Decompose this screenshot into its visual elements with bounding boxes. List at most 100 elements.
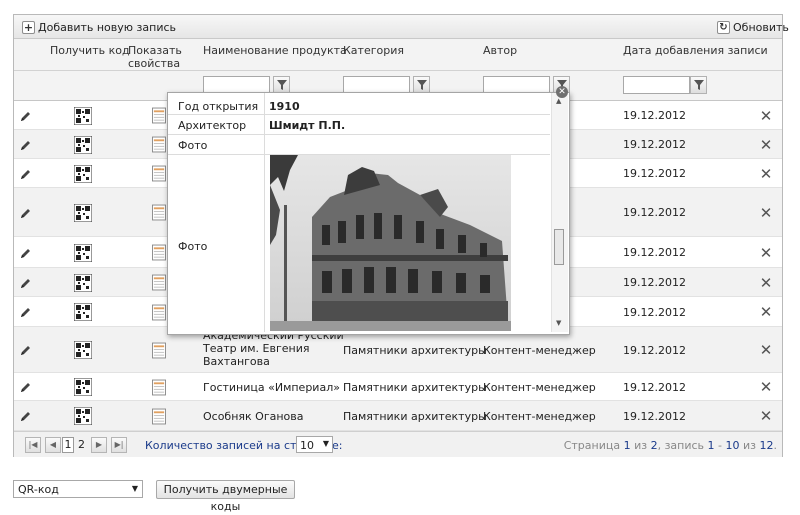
scroll-thumb[interactable] [554,229,564,265]
pencil-icon[interactable] [20,409,34,423]
plus-icon: + [22,20,35,34]
page-2-link[interactable]: 2 [78,438,85,452]
properties-icon[interactable] [152,379,166,396]
date-cell: 19.12.2012 [623,109,686,122]
properties-icon[interactable] [152,136,166,153]
filter-date-button[interactable] [690,76,707,94]
scroll-up-icon[interactable]: ▲ [556,97,561,105]
popup-scrollbar[interactable]: ▲ ▼ [551,93,568,332]
properties-icon[interactable] [152,304,166,321]
per-page-value: 10 [300,439,314,452]
col-product-name[interactable]: Наименование продукта [203,44,347,57]
delete-icon[interactable]: ✕ [759,407,773,425]
filter-date-input[interactable] [623,76,690,94]
property-value: 1910 [269,100,300,113]
page-status-page: 1 [623,439,631,452]
prev-page-button[interactable]: ◀ [45,437,61,453]
property-label: Архитектор [178,119,247,132]
current-page-box[interactable]: 1 [62,437,74,453]
scroll-down-icon[interactable]: ▼ [556,319,561,327]
properties-icon[interactable] [152,204,166,221]
next-page-button[interactable]: ▶ [91,437,107,453]
grid-header: Получить код Показать свойства Наименова… [14,39,782,71]
page-status-end: . [773,439,778,452]
properties-icon[interactable] [152,408,166,425]
funnel-icon [694,80,704,90]
page-status-of2: из [739,439,760,452]
qr-code-icon[interactable] [74,378,92,396]
property-row: Архитектор Шмидт П.П. [168,115,550,135]
col-show-props-line1: Показать [128,44,182,57]
delete-icon[interactable]: ✕ [759,274,773,292]
properties-icon[interactable] [152,107,166,124]
last-page-button[interactable]: ▶| [111,437,127,453]
delete-icon[interactable]: ✕ [759,204,773,222]
qr-code-icon[interactable] [74,244,92,262]
page-status-from: 1 [707,439,715,452]
property-row: Фото [168,135,550,155]
property-row: Фото [168,155,550,332]
add-record-button[interactable]: + Добавить новую запись [22,19,176,35]
qr-code-icon[interactable] [74,407,92,425]
pencil-icon[interactable] [20,246,34,260]
delete-icon[interactable]: ✕ [759,303,773,321]
date-cell: 19.12.2012 [623,206,686,219]
properties-icon[interactable] [152,274,166,291]
properties-icon[interactable] [152,244,166,261]
qr-code-icon[interactable] [74,165,92,183]
code-type-select[interactable]: QR-код ▼ [13,480,143,498]
funnel-icon [277,80,287,90]
col-category[interactable]: Категория [343,44,404,57]
property-value: Шмидт П.П. [269,119,346,132]
qr-code-icon[interactable] [74,107,92,125]
col-get-code[interactable]: Получить код [50,44,130,57]
first-page-button[interactable]: |◀ [25,437,41,453]
table-row: Гостиница «Империал» Памятники архитектур… [14,373,782,401]
product-name-cell: Особняк Оганова [203,410,304,423]
product-name-line: Театр им. Евгения [203,342,310,355]
property-label: Фото [178,139,208,152]
col-show-props[interactable]: Показать свойства [128,44,182,70]
qr-code-icon[interactable] [74,274,92,292]
per-page-select[interactable]: 10 ▼ [296,436,333,453]
pencil-icon[interactable] [20,380,34,394]
properties-icon[interactable] [152,165,166,182]
delete-icon[interactable]: ✕ [759,244,773,262]
author-cell: Контент-менеджер [483,344,596,357]
grid-toolbar: + Добавить новую запись ↻ Обновить [14,15,789,39]
pencil-icon[interactable] [20,206,34,220]
pencil-icon[interactable] [20,109,34,123]
pencil-icon[interactable] [20,167,34,181]
col-author[interactable]: Автор [483,44,517,57]
qr-code-icon[interactable] [74,136,92,154]
date-cell: 19.12.2012 [623,167,686,180]
page-status-dash: - [714,439,726,452]
page-status-to: 10 [725,439,740,452]
delete-icon[interactable]: ✕ [759,136,773,154]
qr-code-icon[interactable] [74,204,92,222]
date-cell: 19.12.2012 [623,344,686,357]
pencil-icon[interactable] [20,305,34,319]
col-date-added[interactable]: Дата добавления записи [623,44,768,57]
property-label: Фото [178,240,208,253]
delete-icon[interactable]: ✕ [759,165,773,183]
get-2d-codes-button[interactable]: Получить двумерные коды [156,480,295,513]
funnel-icon [417,80,427,90]
properties-icon[interactable] [152,342,166,359]
delete-icon[interactable]: ✕ [759,341,773,359]
building-photo [270,155,511,331]
pencil-icon[interactable] [20,343,34,357]
refresh-label: Обновить [733,20,789,34]
delete-icon[interactable]: ✕ [759,378,773,396]
page-status-of1: из [630,439,651,452]
qr-code-icon[interactable] [74,303,92,321]
delete-icon[interactable]: ✕ [759,107,773,125]
popup-close-icon[interactable]: ✕ [556,86,568,98]
page-status-total: 12 [759,439,774,452]
code-type-value: QR-код [18,483,59,496]
qr-code-icon[interactable] [74,341,92,359]
refresh-button[interactable]: ↻ Обновить [717,19,789,35]
category-cell: Памятники архитектуры [343,410,487,423]
pencil-icon[interactable] [20,138,34,152]
pencil-icon[interactable] [20,276,34,290]
